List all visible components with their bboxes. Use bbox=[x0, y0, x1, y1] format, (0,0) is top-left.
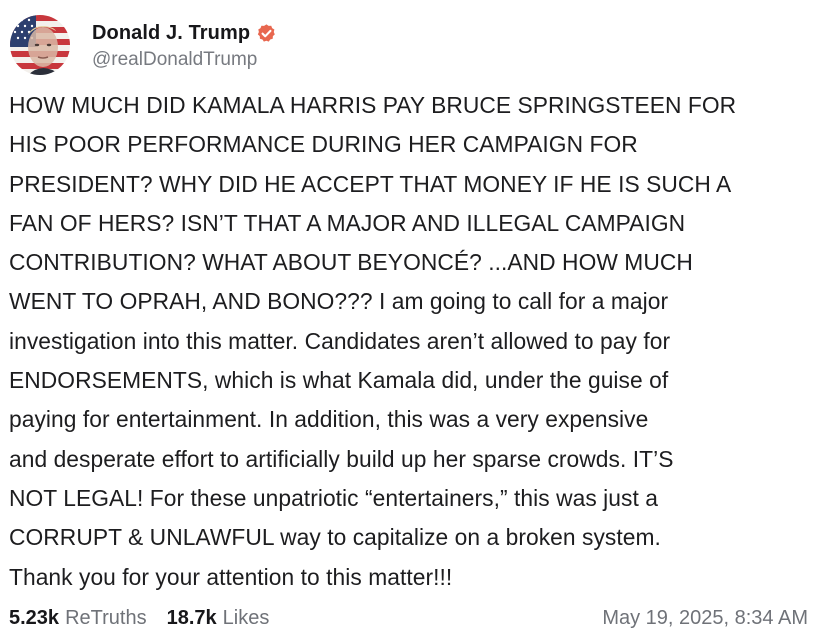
author-handle[interactable]: @realDonaldTrump bbox=[92, 49, 277, 71]
avatar[interactable] bbox=[10, 15, 70, 75]
retruths-label: ReTruths bbox=[65, 606, 147, 629]
post-body-line: and desperate effort to artificially bui… bbox=[9, 445, 674, 472]
post-body-line: Thank you for your attention to this mat… bbox=[9, 563, 453, 590]
author-names: Donald J. Trump @realDonaldTrump bbox=[92, 19, 277, 71]
post-body-line: CONTRIBUTION? WHAT ABOUT BEYONCÉ? ...AND… bbox=[9, 249, 693, 276]
author-display-name[interactable]: Donald J. Trump bbox=[92, 22, 250, 45]
post-body-line: WENT TO OPRAH, AND BONO??? I am going to… bbox=[9, 288, 669, 315]
post-body-line: ENDORSEMENTS, which is what Kamala did, … bbox=[9, 367, 669, 394]
post-header: Donald J. Trump @realDonaldTrump bbox=[10, 14, 277, 76]
retruths-stat[interactable]: 5.23k ReTruths bbox=[9, 607, 147, 630]
post-body: HOW MUCH DID KAMALA HARRIS PAY BRUCE SPR… bbox=[9, 86, 809, 597]
post-body-line: HOW MUCH DID KAMALA HARRIS PAY BRUCE SPR… bbox=[9, 92, 737, 118]
post-body-line: NOT LEGAL! For these unpatriotic “entert… bbox=[9, 484, 658, 511]
post-body-line: HIS POOR PERFORMANCE DURING HER CAMPAIGN… bbox=[9, 131, 638, 158]
avatar-image bbox=[10, 15, 70, 75]
likes-count: 18.7k bbox=[166, 606, 217, 629]
post-timestamp[interactable]: May 19, 2025, 8:34 AM bbox=[602, 607, 808, 630]
verified-badge-icon bbox=[256, 23, 277, 44]
likes-label: Likes bbox=[222, 606, 270, 629]
likes-stat[interactable]: 18.7k Likes bbox=[167, 607, 270, 630]
post-body-line: paying for entertainment. In addition, t… bbox=[9, 406, 649, 433]
post-body-line: CORRUPT & UNLAWFUL way to capitalize on … bbox=[9, 524, 661, 551]
post-footer: 5.23k ReTruths 18.7k Likes May 19, 2025, 8… bbox=[9, 603, 808, 633]
truth-post: Donald J. Trump @realDonaldTrump HOW MUC… bbox=[0, 0, 820, 641]
post-body-line: FAN OF HERS? ISN’T THAT A MAJOR AND ILLE… bbox=[9, 209, 686, 236]
post-body-line: investigation into this matter. Candidat… bbox=[9, 327, 671, 354]
name-row: Donald J. Trump bbox=[92, 19, 277, 47]
retruths-count: 5.23k bbox=[9, 606, 60, 629]
post-body-line: PRESIDENT? WHY DID HE ACCEPT THAT MONEY … bbox=[9, 170, 732, 197]
